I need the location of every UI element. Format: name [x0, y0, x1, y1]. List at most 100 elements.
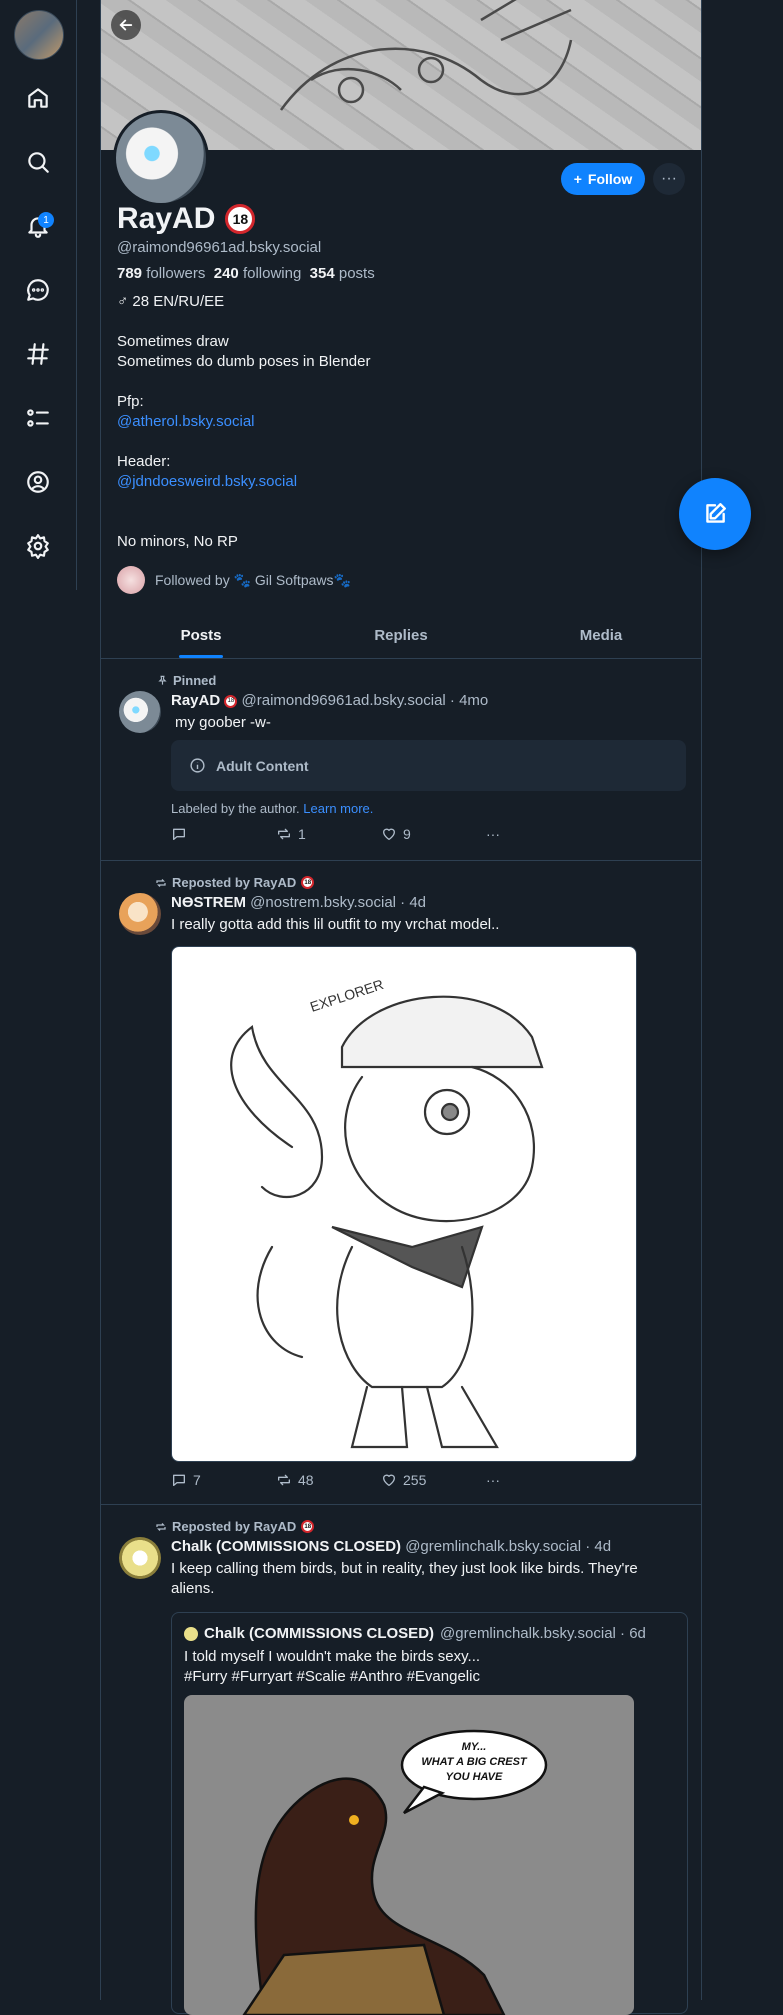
content-warning[interactable]: Adult Content — [171, 740, 686, 791]
speech-bubble-line: WHAT A BIG CREST — [421, 1756, 528, 1768]
reposted-by: Reposted by RayAD 18 — [155, 875, 315, 890]
profile-column: + Follow ··· RayAD 18 @raimond96961ad.bs… — [100, 0, 702, 2015]
back-button[interactable] — [111, 10, 141, 40]
info-icon — [190, 758, 205, 773]
compose-button[interactable] — [679, 478, 751, 550]
tab-media[interactable]: Media — [501, 612, 701, 658]
display-name: RayAD — [117, 202, 216, 235]
bio-pfp-link[interactable]: @atherol.bsky.social — [117, 413, 255, 430]
settings-icon[interactable] — [18, 526, 58, 566]
post-meta: Chalk (COMMISSIONS CLOSED) @gremlinchalk… — [171, 1538, 611, 1555]
notification-badge: 1 — [38, 212, 54, 228]
post-text: I really gotta add this lil outfit to my… — [171, 916, 500, 933]
quote-meta: Chalk (COMMISSIONS CLOSED) @gremlinchalk… — [184, 1625, 646, 1642]
chat-icon[interactable] — [18, 270, 58, 310]
followed-by[interactable]: Followed by 🐾 Gil Softpaws🐾 — [117, 566, 351, 594]
learn-more-link[interactable]: Learn more. — [303, 801, 373, 816]
followers-link[interactable]: 789 followers — [117, 265, 205, 282]
post-more-button[interactable]: ··· — [486, 826, 591, 842]
age-badge: 18 — [225, 204, 256, 234]
follower-avatar — [117, 566, 145, 594]
profile-tabs: Posts Replies Media — [101, 612, 701, 659]
post-avatar[interactable] — [119, 1537, 161, 1579]
quote-handle-time: @gremlinchalk.bsky.social · 6d — [440, 1625, 646, 1642]
profile-more-button[interactable]: ··· — [653, 163, 685, 195]
post-meta: NӨSTREM @nostrem.bsky.social · 4d — [171, 894, 426, 911]
bio-header-label: Header: — [117, 453, 171, 470]
post-author[interactable]: RayAD — [171, 692, 220, 709]
reply-button[interactable]: 7 — [171, 1472, 276, 1488]
followed-by-text: Followed by 🐾 Gil Softpaws🐾 — [155, 571, 351, 588]
follow-button[interactable]: + Follow — [561, 163, 645, 195]
posts-count: 354 posts — [309, 265, 375, 282]
like-button[interactable]: 255 — [381, 1472, 486, 1488]
quote-hashtags[interactable]: #Furry #Furryart #Scalie #Anthro #Evange… — [184, 1667, 480, 1687]
quote-text-line: I told myself I wouldn't make the birds … — [184, 1648, 481, 1665]
profile-handle: @raimond96961ad.bsky.social — [117, 239, 322, 256]
age-badge: 18 — [301, 876, 315, 889]
post-more-button[interactable]: ··· — [486, 1472, 591, 1488]
sidebar: 1 — [0, 0, 77, 590]
post-author[interactable]: Chalk (COMMISSIONS CLOSED) — [171, 1538, 401, 1555]
bio-line: Sometimes do dumb poses in Blender — [117, 353, 371, 370]
bio-pfp-label: Pfp: — [117, 393, 144, 410]
compose-icon — [706, 503, 726, 523]
post-author[interactable]: NӨSTREM — [171, 894, 246, 911]
home-icon[interactable] — [18, 78, 58, 118]
post-actions: 7 48 255 ··· — [171, 1472, 591, 1488]
post-text-line: aliens. — [171, 1580, 215, 1597]
post-text: my goober -w- — [175, 714, 271, 731]
post-actions: 1 9 ··· — [171, 826, 591, 842]
reply-icon — [173, 1474, 185, 1486]
profile-icon[interactable] — [18, 462, 58, 502]
post-avatar[interactable] — [119, 691, 161, 733]
tab-replies[interactable]: Replies — [301, 612, 501, 658]
profile-info-line: ♂ 28 EN/RU/EE — [117, 293, 225, 310]
repost-icon — [278, 828, 290, 840]
repost-icon — [156, 878, 166, 887]
my-avatar[interactable] — [14, 10, 64, 60]
tab-posts[interactable]: Posts — [101, 612, 301, 658]
pinned-label: Pinned — [157, 673, 216, 688]
following-link[interactable]: 240 following — [214, 265, 302, 282]
speech-bubble-line: YOU HAVE — [446, 1771, 503, 1783]
post-text-line: I keep calling them birds, but in realit… — [171, 1560, 638, 1577]
lists-icon[interactable] — [18, 398, 58, 438]
reposted-by: Reposted by RayAD 18 — [155, 1519, 315, 1534]
quote-author[interactable]: Chalk (COMMISSIONS CLOSED) — [204, 1625, 434, 1642]
bio-line: No minors, No RP — [117, 533, 238, 550]
post-handle-time: @nostrem.bsky.social · 4d — [250, 894, 427, 911]
bio-header-link[interactable]: @jdndoesweird.bsky.social — [117, 473, 297, 490]
quote-avatar — [184, 1626, 198, 1641]
pin-icon — [158, 675, 167, 685]
profile-stats: 789 followers 240 following 354 posts — [117, 265, 375, 282]
profile-avatar[interactable] — [113, 110, 209, 206]
age-badge: 18 — [301, 1520, 315, 1533]
repost-button[interactable]: 1 — [276, 826, 381, 842]
hashtag-icon[interactable] — [18, 334, 58, 374]
post-meta: RayAD 18 @raimond96961ad.bsky.social · 4… — [171, 692, 488, 709]
image-caption: EXPLORER — [308, 976, 385, 1015]
bio-line: Sometimes draw — [117, 333, 229, 350]
post-image[interactable]: EXPLORER — [171, 946, 637, 1462]
reply-icon — [173, 828, 185, 840]
profile-name-row: RayAD 18 — [117, 202, 256, 236]
reply-button[interactable] — [171, 826, 276, 842]
heart-icon — [383, 828, 395, 840]
quote-image[interactable]: MY... WHAT A BIG CREST YOU HAVE — [184, 1695, 634, 2015]
age-badge: 18 — [224, 694, 238, 708]
bell-icon[interactable] — [18, 206, 58, 246]
plus-icon: + — [573, 171, 582, 187]
post-avatar[interactable] — [119, 893, 161, 935]
like-button[interactable]: 9 — [381, 826, 486, 842]
search-icon[interactable] — [18, 142, 58, 182]
post-handle-time: @raimond96961ad.bsky.social · 4mo — [241, 692, 489, 709]
follow-label: Follow — [587, 171, 633, 187]
repost-icon — [156, 1522, 166, 1531]
quoted-post[interactable]: Chalk (COMMISSIONS CLOSED) @gremlinchalk… — [171, 1612, 688, 2015]
repost-button[interactable]: 48 — [276, 1472, 381, 1488]
speech-bubble-line: MY... — [462, 1741, 487, 1753]
heart-icon — [383, 1474, 395, 1486]
repost-icon — [278, 1474, 290, 1486]
post-handle-time: @gremlinchalk.bsky.social · 4d — [405, 1538, 612, 1555]
